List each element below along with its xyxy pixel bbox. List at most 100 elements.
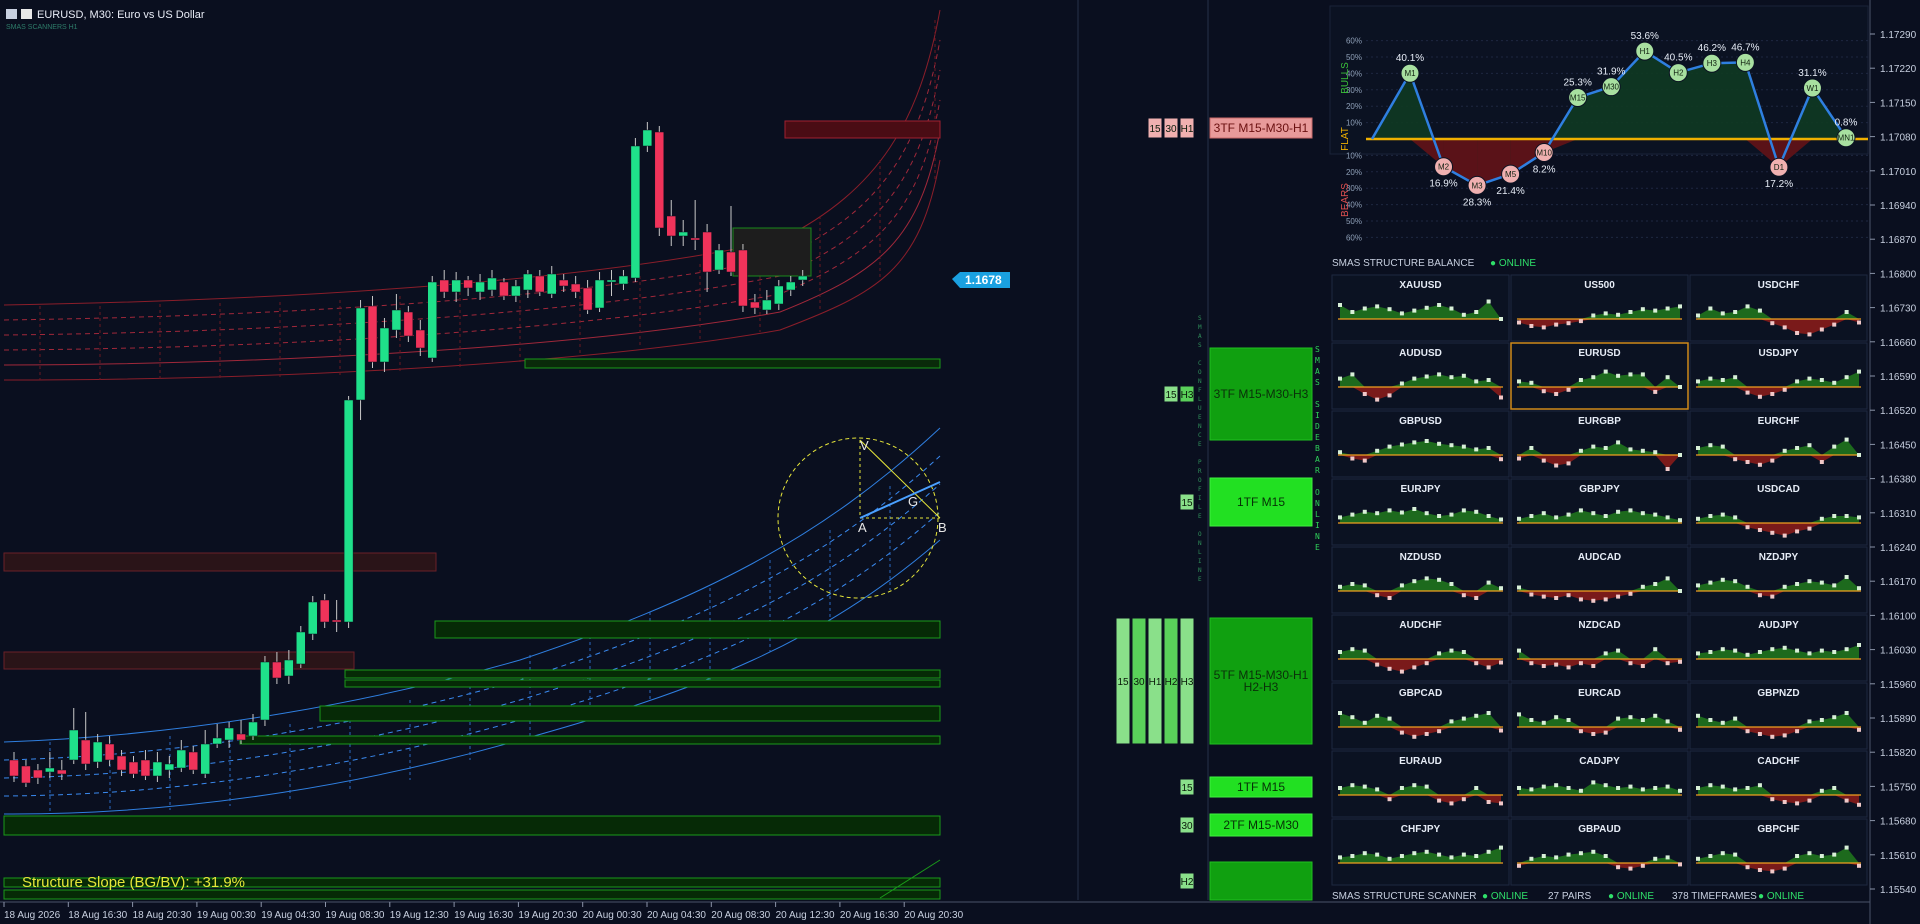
price-axis-label: 1.16380: [1880, 475, 1917, 486]
scanner-point: [1591, 849, 1596, 854]
scanner-point: [1578, 661, 1583, 666]
tf-node-label: M10: [1536, 148, 1552, 157]
scanner-point: [1375, 852, 1380, 857]
bear-candle: [654, 131, 665, 229]
scanner-point: [1566, 786, 1571, 790]
tf-chip-label: 30: [1181, 821, 1193, 832]
scanner-point: [1807, 443, 1812, 448]
bear-candle: [80, 739, 91, 765]
scanner-point: [1350, 783, 1355, 788]
scanner-point: [1578, 508, 1583, 513]
scanner-point: [1807, 851, 1812, 856]
scanner-point: [1412, 308, 1417, 313]
scanner-point: [1461, 444, 1466, 449]
tf-value-label: 28.3%: [1463, 197, 1491, 208]
scanner-point: [1678, 518, 1682, 523]
scanner-point: [1529, 718, 1534, 722]
scanner-point: [1708, 514, 1713, 518]
time-axis-label: 19 Aug 00:30: [197, 910, 256, 921]
scanner-pair-name: NZDCAD: [1578, 620, 1620, 631]
scanner-pair-name: GBPAUD: [1578, 824, 1621, 835]
scanner-point: [1708, 783, 1713, 788]
price-axis-label: 1.15680: [1880, 817, 1917, 828]
bull-candle: [786, 281, 796, 291]
scanner-point: [1665, 375, 1670, 380]
scanner-point: [1844, 711, 1849, 715]
scanner-point: [1770, 734, 1775, 739]
scanner-point: [1708, 718, 1713, 722]
bull-candle: [296, 631, 306, 665]
scanner-point: [1412, 507, 1417, 511]
scanner-pair-name: US500: [1584, 280, 1615, 291]
scanner-point: [1387, 508, 1392, 513]
scanner-point: [1412, 376, 1417, 381]
scanner-point: [1437, 577, 1442, 582]
scanner-point: [1678, 385, 1682, 389]
symbol-title: EURUSD, M30: Euro vs US Dollar: [37, 9, 205, 21]
scanner-point: [1678, 659, 1682, 664]
scanner-status-3: ● ONLINE: [1758, 891, 1804, 902]
scanner-point: [1541, 511, 1546, 516]
scanner-point: [1708, 854, 1713, 858]
scanner-point: [1807, 526, 1812, 531]
price-chart[interactable]: EURUSD, M30: Euro vs US Dollar SMAS SCAN…: [0, 0, 1920, 924]
scanner-point: [1350, 512, 1355, 517]
scanner-point: [1844, 514, 1849, 518]
scanner-point: [1628, 866, 1633, 871]
scanner-point: [1857, 515, 1861, 520]
bear-candle: [116, 755, 127, 771]
tf-value-label: 31.1%: [1798, 68, 1826, 79]
bear-candle: [331, 619, 342, 623]
scanner-point: [1424, 732, 1429, 736]
scanner-point: [1720, 577, 1725, 582]
scanner-point: [1424, 374, 1429, 379]
price-axis-label: 1.17010: [1880, 167, 1917, 178]
scanner-point: [1375, 304, 1380, 309]
scanner-pair-name: AUDCHF: [1399, 620, 1441, 631]
scanner-point: [1678, 304, 1682, 309]
scanner-point: [1412, 579, 1417, 584]
scanner-point: [1591, 664, 1596, 668]
scanner-pair-name: EURUSD: [1578, 348, 1620, 359]
scanner-point: [1795, 801, 1800, 806]
scanner-point: [1720, 720, 1725, 725]
bear-candle: [439, 279, 449, 293]
scanner-point: [1474, 509, 1479, 514]
balance-ytick: 50%: [1346, 217, 1362, 226]
scanner-point: [1678, 727, 1682, 732]
scanner-point: [1449, 855, 1454, 860]
scanner-point: [1819, 854, 1824, 858]
bull-candle: [343, 399, 354, 623]
tf-node-label: H3: [1707, 59, 1718, 68]
menu-icon[interactable]: [6, 9, 17, 19]
time-axis-label: 20 Aug 08:30: [711, 910, 770, 921]
scanner-point: [1832, 650, 1837, 654]
scanner-point: [1832, 322, 1837, 327]
fib-label-b: B: [938, 520, 947, 535]
scanner-point: [1857, 320, 1861, 325]
scanner-point: [1362, 392, 1367, 396]
scanner-point: [1782, 387, 1787, 392]
bear-candle: [463, 279, 473, 289]
scanner-point: [1696, 379, 1700, 384]
scanner-point: [1566, 321, 1571, 326]
tf-value-label: 21.4%: [1496, 186, 1524, 197]
scanner-point: [1350, 456, 1355, 461]
scanner-point: [1474, 661, 1479, 666]
scanner-point: [1350, 715, 1355, 720]
scanner-point: [1529, 661, 1534, 666]
scanner-point: [1616, 865, 1621, 870]
tf-chip-label: H3: [1181, 677, 1194, 688]
scanner-point: [1696, 516, 1700, 521]
scanner-point: [1770, 458, 1775, 463]
time-axis-label: 20 Aug 20:30: [904, 910, 963, 921]
scanner-point: [1529, 787, 1534, 792]
chart-type-icon[interactable]: [21, 9, 32, 19]
scanner-pair-name: EURGBP: [1578, 416, 1621, 427]
price-axis-label: 1.16660: [1880, 338, 1917, 349]
scanner-point: [1616, 440, 1621, 445]
scanner-point: [1696, 446, 1700, 450]
scanner-point: [1541, 784, 1546, 789]
tf-node-label: H4: [1740, 58, 1751, 67]
scanner-point: [1474, 854, 1479, 858]
